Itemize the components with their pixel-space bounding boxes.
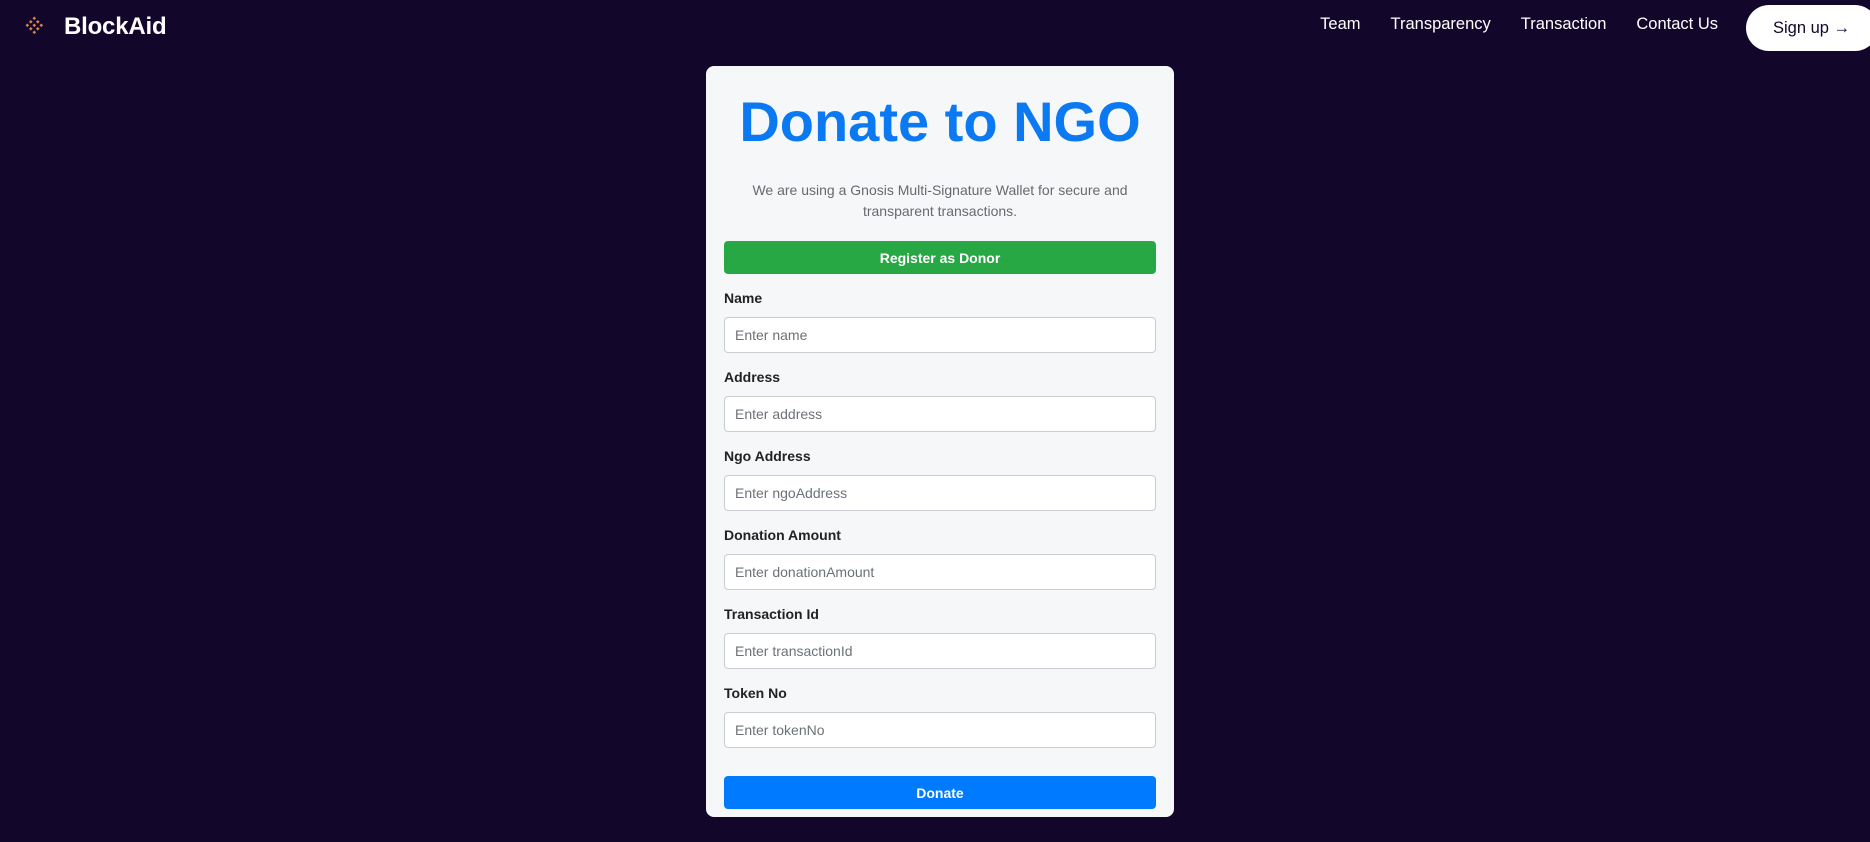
ngo-address-input[interactable] — [724, 475, 1156, 511]
nav-links: Team Transparency Transaction Contact Us — [1290, 15, 1718, 34]
token-no-input[interactable] — [724, 712, 1156, 748]
field-token-no: Token No — [724, 684, 1156, 748]
page-title: Donate to NGO — [739, 90, 1141, 153]
field-name: Name — [724, 289, 1156, 353]
donation-form-card: Donate to NGO We are using a Gnosis Mult… — [706, 66, 1174, 817]
ngo-address-label: Ngo Address — [724, 448, 811, 464]
diamond-grid-logo-icon — [25, 16, 44, 35]
address-input[interactable] — [724, 396, 1156, 432]
nav-link-transparency[interactable]: Transparency — [1391, 15, 1491, 34]
donation-amount-input[interactable] — [724, 554, 1156, 590]
transaction-id-label: Transaction Id — [724, 606, 819, 622]
name-input[interactable] — [724, 317, 1156, 353]
address-label: Address — [724, 369, 781, 385]
signup-button[interactable]: Sign up → — [1746, 5, 1870, 51]
nav-link-contact-us[interactable]: Contact Us — [1636, 15, 1718, 34]
field-ngo-address: Ngo Address — [724, 447, 1156, 511]
nav-link-transaction[interactable]: Transaction — [1521, 15, 1607, 34]
field-donation-amount: Donation Amount — [724, 526, 1156, 590]
name-label: Name — [724, 290, 763, 306]
top-navbar: BlockAid Team Transparency Transaction C… — [0, 0, 1870, 54]
field-transaction-id: Transaction Id — [724, 605, 1156, 669]
register-donor-button[interactable]: Register as Donor — [724, 241, 1156, 274]
token-no-label: Token No — [724, 685, 787, 701]
brand-name: BlockAid — [64, 13, 167, 40]
field-address: Address — [724, 368, 1156, 432]
nav-link-team[interactable]: Team — [1320, 15, 1360, 34]
donation-amount-label: Donation Amount — [724, 527, 841, 543]
brand[interactable]: BlockAid — [22, 10, 167, 44]
donate-button[interactable]: Donate — [724, 776, 1156, 809]
transaction-id-input[interactable] — [724, 633, 1156, 669]
form-description: We are using a Gnosis Multi-Signature Wa… — [752, 182, 1128, 219]
